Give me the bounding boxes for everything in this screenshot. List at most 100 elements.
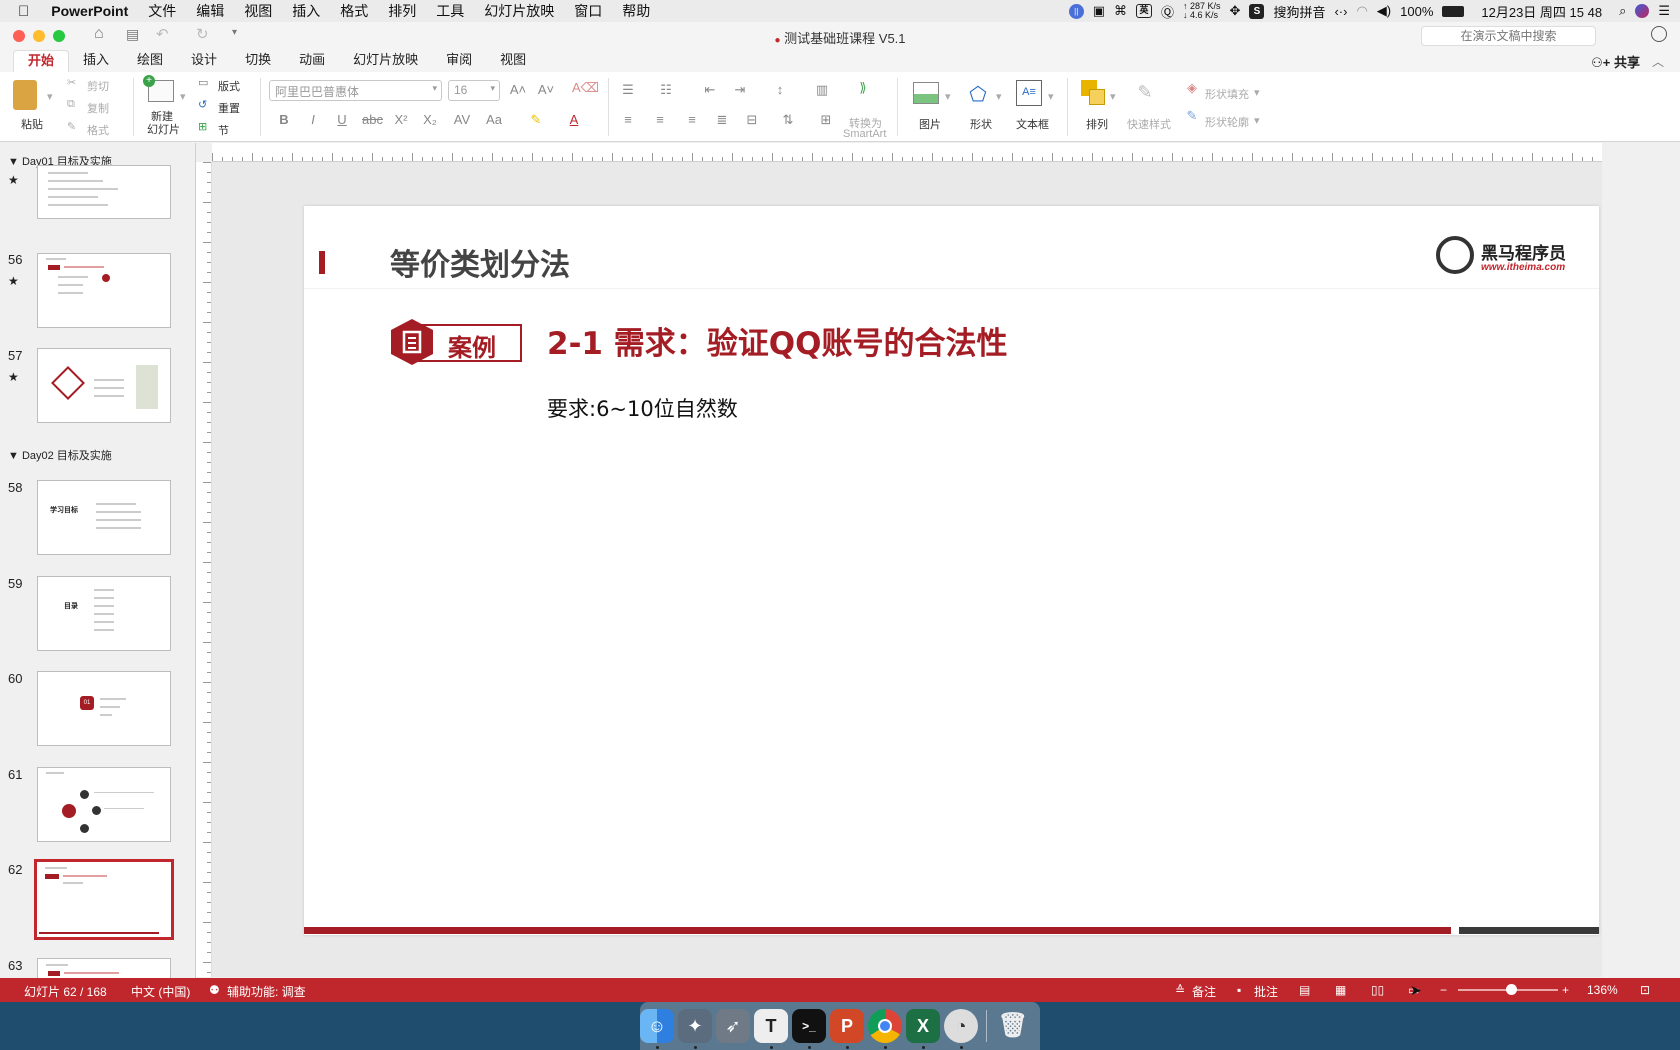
launchpad-icon[interactable]: ➶ <box>716 1009 750 1043</box>
move-icon[interactable]: ✥ <box>1230 3 1241 19</box>
underline-icon[interactable]: U <box>332 112 352 127</box>
tab-home[interactable]: 开始 <box>13 50 70 72</box>
distribute-icon[interactable]: ⊟ <box>742 112 762 128</box>
slide-62[interactable]: 等价类划分法 黑马程序员 www.itheima.com 案例 2-1 需求：验… <box>304 206 1599 935</box>
font-color-icon[interactable]: A <box>564 112 584 127</box>
accessibility-status[interactable]: 辅助功能: 调查 <box>227 983 306 1000</box>
bold-icon[interactable]: B <box>274 112 294 127</box>
accessibility-icon[interactable]: ⚉ <box>209 983 220 997</box>
smartart-label[interactable]: SmartArt <box>843 128 886 140</box>
slide-thumb-62-selected[interactable] <box>34 859 174 940</box>
copy-button[interactable]: 复制 <box>87 100 109 116</box>
subscript-icon[interactable]: X₂ <box>420 112 440 127</box>
section-icon[interactable]: ⊞ <box>198 120 207 133</box>
shape-icon[interactable]: ⬠ <box>968 82 988 107</box>
menu-edit[interactable]: 编辑 <box>186 1 234 21</box>
clock[interactable]: 12月23日 周四 15 48 <box>1481 2 1602 21</box>
slide-thumb-57[interactable] <box>37 348 171 423</box>
slide-thumbnail-pane[interactable]: ▼ Day01 目标及实施 ★ 56 ★ 57 ★ ▼ Day02 目标及实施 … <box>0 143 196 978</box>
fit-slide-icon[interactable]: ⊡ <box>1640 983 1650 997</box>
slide-sorter-icon[interactable]: ▦ <box>1335 983 1346 997</box>
picture-icon[interactable] <box>913 82 939 104</box>
excel-icon[interactable]: X <box>906 1009 940 1043</box>
textbox-dropdown-icon[interactable]: ▾ <box>1048 90 1054 103</box>
paste-dropdown-icon[interactable]: ▾ <box>47 90 53 103</box>
align-left-icon[interactable]: ≡ <box>618 112 638 127</box>
zoom-in-icon[interactable]: + <box>1562 983 1569 997</box>
shape-outline-button[interactable]: 形状轮廓 <box>1205 114 1249 130</box>
chrome-icon[interactable] <box>868 1009 902 1043</box>
search-status-icon[interactable]: Ⓠ <box>1161 2 1174 21</box>
wifi-icon[interactable]: ◠ <box>1356 3 1367 19</box>
decrease-font-icon[interactable]: A˅ <box>536 82 556 97</box>
slide-thumb-61[interactable] <box>37 767 171 842</box>
zoom-slider-thumb[interactable] <box>1506 984 1517 995</box>
reset-button[interactable]: 重置 <box>218 100 240 116</box>
tab-view[interactable]: 视图 <box>486 50 540 72</box>
shape-fill-dropdown-icon[interactable]: ▾ <box>1254 86 1260 99</box>
copy-icon[interactable]: ⧉ <box>67 98 75 111</box>
line-spacing-icon[interactable]: ↕ <box>770 82 790 97</box>
vertical-ruler[interactable] <box>196 162 212 977</box>
normal-view-icon[interactable]: ▤ <box>1299 983 1310 997</box>
language-status[interactable]: 中文 (中国) <box>131 983 190 1000</box>
menu-window[interactable]: 窗口 <box>564 1 612 21</box>
tab-design[interactable]: 设计 <box>177 50 231 72</box>
app-menu[interactable]: PowerPoint <box>41 3 138 19</box>
layout-icon[interactable]: ▭ <box>198 76 208 89</box>
picture-button[interactable]: 图片 <box>919 116 941 132</box>
font-name-select[interactable]: 阿里巴巴普惠体 ▾ <box>269 80 442 101</box>
slide-title[interactable]: 等价类划分法 <box>390 240 570 284</box>
font-size-select[interactable]: 16 ▾ <box>448 80 500 101</box>
new-slide-label-2[interactable]: 幻灯片 <box>147 121 180 137</box>
italic-icon[interactable]: I <box>303 112 323 127</box>
shape-fill-button[interactable]: 形状填充 <box>1205 86 1249 102</box>
paste-button[interactable]: 粘贴 <box>21 116 43 132</box>
increase-font-icon[interactable]: A˄ <box>508 82 528 97</box>
input-mode-indicator[interactable]: 英 <box>1135 4 1152 18</box>
zoom-level[interactable]: 136% <box>1587 983 1618 997</box>
highlight-icon[interactable]: ✎ <box>526 112 546 128</box>
text-direction-icon[interactable]: ⇅ <box>778 112 798 128</box>
menu-insert[interactable]: 插入 <box>282 1 330 21</box>
bullets-icon[interactable]: ☰ <box>618 82 638 98</box>
align-right-icon[interactable]: ≡ <box>682 112 702 127</box>
menu-view[interactable]: 视图 <box>234 1 282 21</box>
quick-styles-icon[interactable]: ✎ <box>1135 82 1155 103</box>
siri-icon[interactable] <box>1635 4 1650 18</box>
powerpoint-icon[interactable]: P <box>830 1009 864 1043</box>
battery-percent[interactable]: 100% <box>1400 4 1433 19</box>
format-painter-button[interactable]: 格式 <box>87 122 109 138</box>
case-title[interactable]: 2-1 需求：验证QQ账号的合法性 <box>547 318 1008 363</box>
smartart-icon[interactable]: ⟫ <box>853 80 873 96</box>
comments-icon[interactable]: ▪ <box>1237 983 1241 997</box>
slide-thumb-59[interactable]: 目录 <box>37 576 171 651</box>
share-button[interactable]: ⚇+ 共享 <box>1591 52 1640 71</box>
quick-styles-button[interactable]: 快速样式 <box>1127 116 1171 132</box>
itheima-logo[interactable]: 黑马程序员 www.itheima.com <box>1436 236 1566 276</box>
screen-record-icon[interactable]: ▣ <box>1093 3 1105 19</box>
spotlight-icon[interactable]: ⌕ <box>1619 3 1626 19</box>
menu-file[interactable]: 文件 <box>138 1 186 21</box>
battery-icon[interactable] <box>1442 5 1465 17</box>
tab-review[interactable]: 审阅 <box>432 50 486 72</box>
textbox-icon[interactable]: A≡ <box>1016 80 1042 106</box>
arrange-dropdown-icon[interactable]: ▾ <box>1110 90 1116 103</box>
strikethrough-icon[interactable]: abc <box>362 112 383 127</box>
reading-view-icon[interactable]: ▯▯ <box>1371 983 1384 997</box>
slide-thumb-60[interactable]: 01 <box>37 671 171 746</box>
picture-dropdown-icon[interactable]: ▾ <box>945 90 951 103</box>
pause-icon[interactable]: || <box>1068 3 1084 19</box>
case-badge[interactable]: 案例 <box>390 318 522 365</box>
comments-button[interactable]: 批注 <box>1254 983 1278 1000</box>
notes-icon[interactable]: ≙ <box>1175 983 1185 997</box>
trash-icon[interactable]: 🗑 <box>996 1009 1030 1043</box>
menu-help[interactable]: 帮助 <box>612 1 660 21</box>
section-header-day02[interactable]: ▼ Day02 目标及实施 <box>8 447 112 463</box>
character-spacing-icon[interactable]: AV <box>452 112 472 127</box>
shape-outline-dropdown-icon[interactable]: ▾ <box>1254 114 1260 127</box>
new-slide-icon[interactable]: + <box>143 75 174 102</box>
volume-icon[interactable]: ◀) <box>1377 3 1391 19</box>
slide-thumb-56[interactable] <box>37 253 171 328</box>
shape-dropdown-icon[interactable]: ▾ <box>996 90 1002 103</box>
